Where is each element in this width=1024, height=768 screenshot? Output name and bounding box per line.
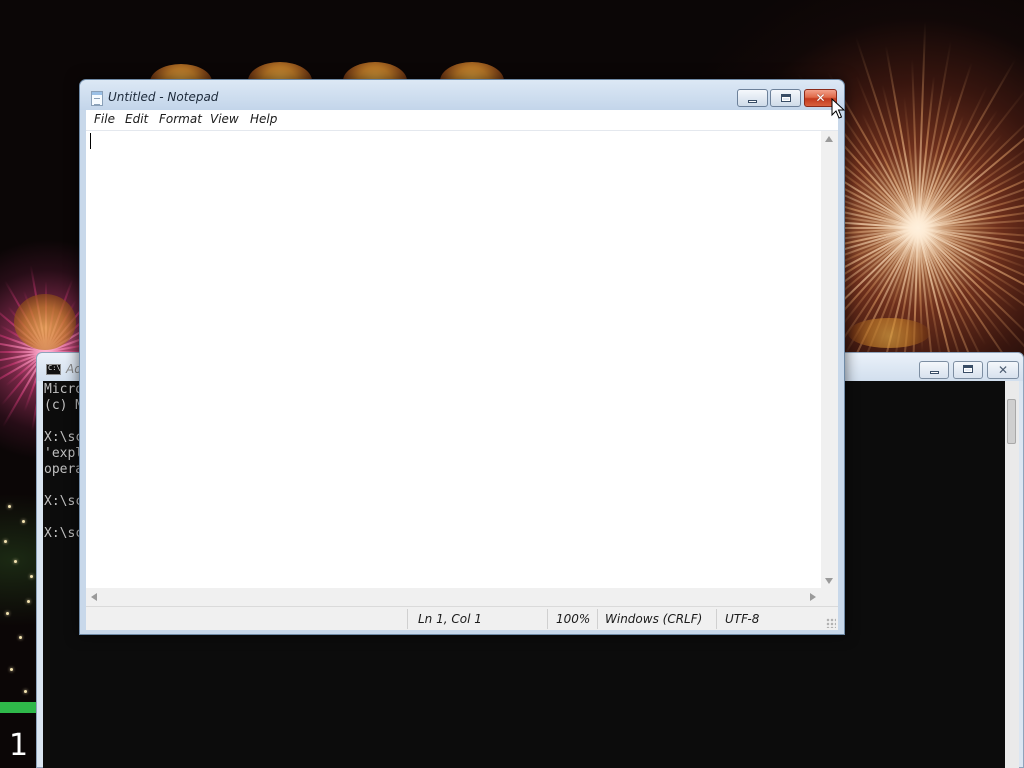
city-light xyxy=(6,612,9,615)
gold-ornament-6 xyxy=(848,318,930,348)
close-icon: ✕ xyxy=(997,363,1009,377)
console-minimize-button[interactable] xyxy=(919,361,949,379)
console-maximize-button[interactable] xyxy=(953,361,983,379)
maximize-button[interactable] xyxy=(770,89,801,107)
city-light xyxy=(22,520,25,523)
horizontal-scrollbar[interactable] xyxy=(86,588,821,606)
workspace-number: 1 xyxy=(9,728,29,763)
city-light xyxy=(8,505,11,508)
notepad-icon[interactable] xyxy=(91,91,103,106)
status-divider xyxy=(407,609,408,629)
scrollbar-corner xyxy=(821,588,838,606)
status-line-ending: Windows (CRLF) xyxy=(605,612,703,626)
console-icon xyxy=(46,364,61,375)
gold-ornament-5 xyxy=(14,294,76,350)
scroll-left-arrow-icon[interactable] xyxy=(91,593,97,601)
notepad-window[interactable]: Untitled - Notepad ✕ File Edit Format Vi… xyxy=(79,79,845,635)
window-title: Untitled - Notepad xyxy=(108,90,219,104)
minimize-icon xyxy=(930,371,939,374)
vertical-scrollbar[interactable] xyxy=(821,131,838,589)
menu-help[interactable]: Help xyxy=(250,112,277,126)
status-encoding: UTF-8 xyxy=(725,612,760,626)
city-light xyxy=(19,636,22,639)
city-light xyxy=(27,600,30,603)
scroll-right-arrow-icon[interactable] xyxy=(810,593,816,601)
text-editor-area[interactable] xyxy=(86,130,838,606)
console-line: (c) M xyxy=(44,398,84,413)
menu-file[interactable]: File xyxy=(94,112,115,126)
notepad-title-bar[interactable]: Untitled - Notepad ✕ xyxy=(80,80,844,110)
status-divider xyxy=(547,609,548,629)
console-line: X:\sc xyxy=(44,430,84,445)
scroll-down-arrow-icon[interactable] xyxy=(825,578,833,584)
resize-grip-icon[interactable] xyxy=(826,618,836,628)
menu-format[interactable]: Format xyxy=(159,112,202,126)
console-scroll-thumb[interactable] xyxy=(1007,399,1016,444)
city-light xyxy=(24,690,27,693)
menu-edit[interactable]: Edit xyxy=(125,112,148,126)
text-caret xyxy=(90,133,91,149)
console-line: X:\sc xyxy=(44,526,84,541)
mouse-cursor-icon xyxy=(831,98,845,119)
status-cursor-position: Ln 1, Col 1 xyxy=(418,612,482,626)
city-light xyxy=(4,540,7,543)
scroll-up-arrow-icon[interactable] xyxy=(825,136,833,142)
maximize-icon xyxy=(963,365,973,373)
taskbar-green-indicator xyxy=(0,702,36,713)
minimize-button[interactable] xyxy=(737,89,768,107)
console-line: opera xyxy=(44,462,84,477)
city-light xyxy=(30,575,33,578)
console-scrollbar[interactable] xyxy=(1005,381,1019,768)
status-zoom: 100% xyxy=(556,612,591,626)
status-divider xyxy=(597,609,598,629)
console-line: X:\sc xyxy=(44,494,84,509)
minimize-icon xyxy=(748,100,757,103)
status-divider xyxy=(716,609,717,629)
city-light xyxy=(10,668,13,671)
status-bar: Ln 1, Col 1 100% Windows (CRLF) UTF-8 xyxy=(86,606,838,630)
menu-bar: File Edit Format View Help xyxy=(86,110,838,130)
console-line: Micro xyxy=(44,382,84,397)
console-line: 'expl xyxy=(44,446,84,461)
console-close-button[interactable]: ✕ xyxy=(987,361,1019,379)
maximize-icon xyxy=(781,94,791,102)
city-light xyxy=(14,560,17,563)
menu-view[interactable]: View xyxy=(210,112,239,126)
